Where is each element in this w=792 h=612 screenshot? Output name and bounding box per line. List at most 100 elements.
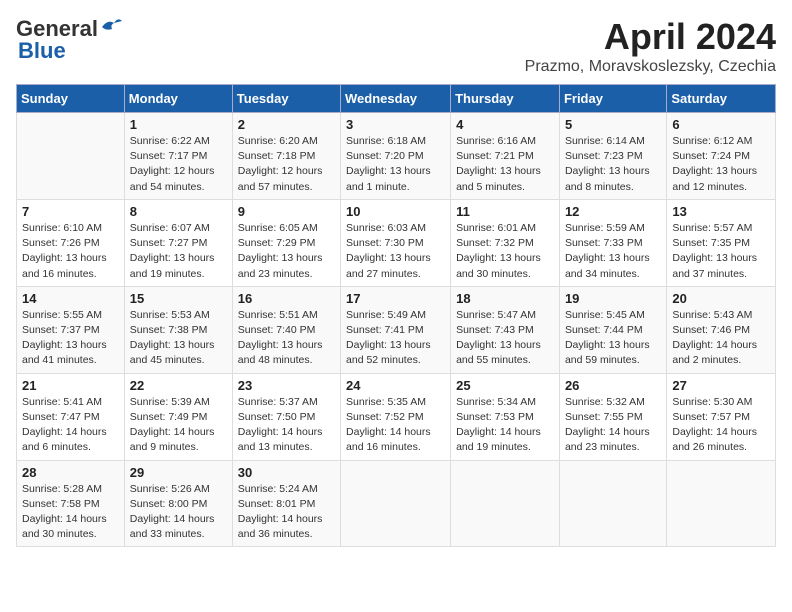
column-headers: SundayMondayTuesdayWednesdayThursdayFrid… <box>17 85 776 113</box>
week-row-1: 1 Sunrise: 6:22 AM Sunset: 7:17 PM Daylig… <box>17 113 776 200</box>
day-info: Sunrise: 5:28 AM Sunset: 7:58 PM Dayligh… <box>22 482 119 543</box>
calendar-cell: 22 Sunrise: 5:39 AM Sunset: 7:49 PM Dayli… <box>124 373 232 460</box>
calendar-cell: 18Sunrise: 5:47 AM Sunset: 7:43 PM Dayli… <box>451 286 560 373</box>
calendar-cell: 4 Sunrise: 6:16 AM Sunset: 7:21 PM Daylig… <box>451 113 560 200</box>
column-header-saturday: Saturday <box>667 85 776 113</box>
day-info: Sunrise: 6:14 AM Sunset: 7:23 PM Dayligh… <box>565 134 661 195</box>
calendar-cell: 3 Sunrise: 6:18 AM Sunset: 7:20 PM Daylig… <box>341 113 451 200</box>
calendar-cell: 6 Sunrise: 6:12 AM Sunset: 7:24 PM Daylig… <box>667 113 776 200</box>
day-number: 21 <box>22 378 119 393</box>
day-number: 6 <box>672 117 770 132</box>
day-info: Sunrise: 6:18 AM Sunset: 7:20 PM Dayligh… <box>346 134 445 195</box>
week-row-2: 7 Sunrise: 6:10 AM Sunset: 7:26 PM Daylig… <box>17 199 776 286</box>
day-number: 11 <box>456 204 554 219</box>
logo: General Blue <box>16 16 122 64</box>
calendar-cell: 25Sunrise: 5:34 AM Sunset: 7:53 PM Dayli… <box>451 373 560 460</box>
calendar-cell: 27Sunrise: 5:30 AM Sunset: 7:57 PM Dayli… <box>667 373 776 460</box>
day-info: Sunrise: 5:51 AM Sunset: 7:40 PM Dayligh… <box>238 308 335 369</box>
day-info: Sunrise: 5:41 AM Sunset: 7:47 PM Dayligh… <box>22 395 119 456</box>
calendar-cell: 11 Sunrise: 6:01 AM Sunset: 7:32 PM Dayli… <box>451 199 560 286</box>
calendar-cell: 1 Sunrise: 6:22 AM Sunset: 7:17 PM Daylig… <box>124 113 232 200</box>
month-title: April 2024 <box>525 16 776 58</box>
day-number: 2 <box>238 117 335 132</box>
day-info: Sunrise: 6:20 AM Sunset: 7:18 PM Dayligh… <box>238 134 335 195</box>
calendar-cell <box>17 113 125 200</box>
calendar-cell: 16 Sunrise: 5:51 AM Sunset: 7:40 PM Dayli… <box>232 286 340 373</box>
day-number: 16 <box>238 291 335 306</box>
calendar-cell: 8 Sunrise: 6:07 AM Sunset: 7:27 PM Daylig… <box>124 199 232 286</box>
day-number: 22 <box>130 378 227 393</box>
calendar-cell: 29 Sunrise: 5:26 AM Sunset: 8:00 PM Dayli… <box>124 460 232 547</box>
day-number: 15 <box>130 291 227 306</box>
day-number: 3 <box>346 117 445 132</box>
calendar-cell: 15 Sunrise: 5:53 AM Sunset: 7:38 PM Dayli… <box>124 286 232 373</box>
day-number: 7 <box>22 204 119 219</box>
day-number: 28 <box>22 465 119 480</box>
day-info: Sunrise: 6:07 AM Sunset: 7:27 PM Dayligh… <box>130 221 227 282</box>
day-number: 26 <box>565 378 661 393</box>
calendar-cell: 30Sunrise: 5:24 AM Sunset: 8:01 PM Dayli… <box>232 460 340 547</box>
calendar-cell: 2 Sunrise: 6:20 AM Sunset: 7:18 PM Daylig… <box>232 113 340 200</box>
day-info: Sunrise: 5:59 AM Sunset: 7:33 PM Dayligh… <box>565 221 661 282</box>
day-info: Sunrise: 6:01 AM Sunset: 7:32 PM Dayligh… <box>456 221 554 282</box>
location: Prazmo, Moravskoslezsky, Czechia <box>525 58 776 76</box>
logo-bird-icon <box>100 17 122 37</box>
day-number: 20 <box>672 291 770 306</box>
calendar-cell: 24 Sunrise: 5:35 AM Sunset: 7:52 PM Dayli… <box>341 373 451 460</box>
week-row-4: 21 Sunrise: 5:41 AM Sunset: 7:47 PM Dayli… <box>17 373 776 460</box>
calendar-cell: 9 Sunrise: 6:05 AM Sunset: 7:29 PM Daylig… <box>232 199 340 286</box>
calendar-cell: 21 Sunrise: 5:41 AM Sunset: 7:47 PM Dayli… <box>17 373 125 460</box>
day-number: 24 <box>346 378 445 393</box>
calendar-cell: 26Sunrise: 5:32 AM Sunset: 7:55 PM Dayli… <box>559 373 666 460</box>
day-info: Sunrise: 6:05 AM Sunset: 7:29 PM Dayligh… <box>238 221 335 282</box>
calendar-table: SundayMondayTuesdayWednesdayThursdayFrid… <box>16 84 776 547</box>
day-number: 1 <box>130 117 227 132</box>
day-number: 13 <box>672 204 770 219</box>
column-header-sunday: Sunday <box>17 85 125 113</box>
calendar-cell: 20 Sunrise: 5:43 AM Sunset: 7:46 PM Dayli… <box>667 286 776 373</box>
column-header-monday: Monday <box>124 85 232 113</box>
day-info: Sunrise: 5:24 AM Sunset: 8:01 PM Dayligh… <box>238 482 335 543</box>
column-header-friday: Friday <box>559 85 666 113</box>
day-info: Sunrise: 5:30 AM Sunset: 7:57 PM Dayligh… <box>672 395 770 456</box>
day-info: Sunrise: 5:37 AM Sunset: 7:50 PM Dayligh… <box>238 395 335 456</box>
day-info: Sunrise: 6:22 AM Sunset: 7:17 PM Dayligh… <box>130 134 227 195</box>
calendar-cell: 12 Sunrise: 5:59 AM Sunset: 7:33 PM Dayli… <box>559 199 666 286</box>
day-info: Sunrise: 5:49 AM Sunset: 7:41 PM Dayligh… <box>346 308 445 369</box>
calendar-cell: 23Sunrise: 5:37 AM Sunset: 7:50 PM Dayli… <box>232 373 340 460</box>
title-area: April 2024 Prazmo, Moravskoslezsky, Czec… <box>525 16 776 76</box>
day-number: 8 <box>130 204 227 219</box>
day-number: 12 <box>565 204 661 219</box>
calendar-cell <box>451 460 560 547</box>
day-number: 9 <box>238 204 335 219</box>
page-header: General Blue April 2024 Prazmo, Moravsko… <box>16 16 776 76</box>
logo-blue-text: Blue <box>18 38 66 64</box>
day-number: 29 <box>130 465 227 480</box>
day-info: Sunrise: 5:39 AM Sunset: 7:49 PM Dayligh… <box>130 395 227 456</box>
day-info: Sunrise: 5:26 AM Sunset: 8:00 PM Dayligh… <box>130 482 227 543</box>
day-number: 14 <box>22 291 119 306</box>
day-info: Sunrise: 5:55 AM Sunset: 7:37 PM Dayligh… <box>22 308 119 369</box>
day-number: 4 <box>456 117 554 132</box>
calendar-cell: 5 Sunrise: 6:14 AM Sunset: 7:23 PM Daylig… <box>559 113 666 200</box>
day-info: Sunrise: 5:53 AM Sunset: 7:38 PM Dayligh… <box>130 308 227 369</box>
day-info: Sunrise: 6:10 AM Sunset: 7:26 PM Dayligh… <box>22 221 119 282</box>
day-info: Sunrise: 5:57 AM Sunset: 7:35 PM Dayligh… <box>672 221 770 282</box>
calendar-cell: 14 Sunrise: 5:55 AM Sunset: 7:37 PM Dayli… <box>17 286 125 373</box>
calendar-cell: 13 Sunrise: 5:57 AM Sunset: 7:35 PM Dayli… <box>667 199 776 286</box>
column-header-thursday: Thursday <box>451 85 560 113</box>
calendar-cell: 28 Sunrise: 5:28 AM Sunset: 7:58 PM Dayli… <box>17 460 125 547</box>
day-info: Sunrise: 6:16 AM Sunset: 7:21 PM Dayligh… <box>456 134 554 195</box>
day-info: Sunrise: 6:12 AM Sunset: 7:24 PM Dayligh… <box>672 134 770 195</box>
day-number: 5 <box>565 117 661 132</box>
calendar-cell: 17Sunrise: 5:49 AM Sunset: 7:41 PM Dayli… <box>341 286 451 373</box>
calendar-cell: 19Sunrise: 5:45 AM Sunset: 7:44 PM Dayli… <box>559 286 666 373</box>
day-info: Sunrise: 5:43 AM Sunset: 7:46 PM Dayligh… <box>672 308 770 369</box>
calendar-cell: 10Sunrise: 6:03 AM Sunset: 7:30 PM Dayli… <box>341 199 451 286</box>
day-info: Sunrise: 6:03 AM Sunset: 7:30 PM Dayligh… <box>346 221 445 282</box>
day-info: Sunrise: 5:35 AM Sunset: 7:52 PM Dayligh… <box>346 395 445 456</box>
day-number: 25 <box>456 378 554 393</box>
day-info: Sunrise: 5:47 AM Sunset: 7:43 PM Dayligh… <box>456 308 554 369</box>
week-row-5: 28 Sunrise: 5:28 AM Sunset: 7:58 PM Dayli… <box>17 460 776 547</box>
column-header-wednesday: Wednesday <box>341 85 451 113</box>
